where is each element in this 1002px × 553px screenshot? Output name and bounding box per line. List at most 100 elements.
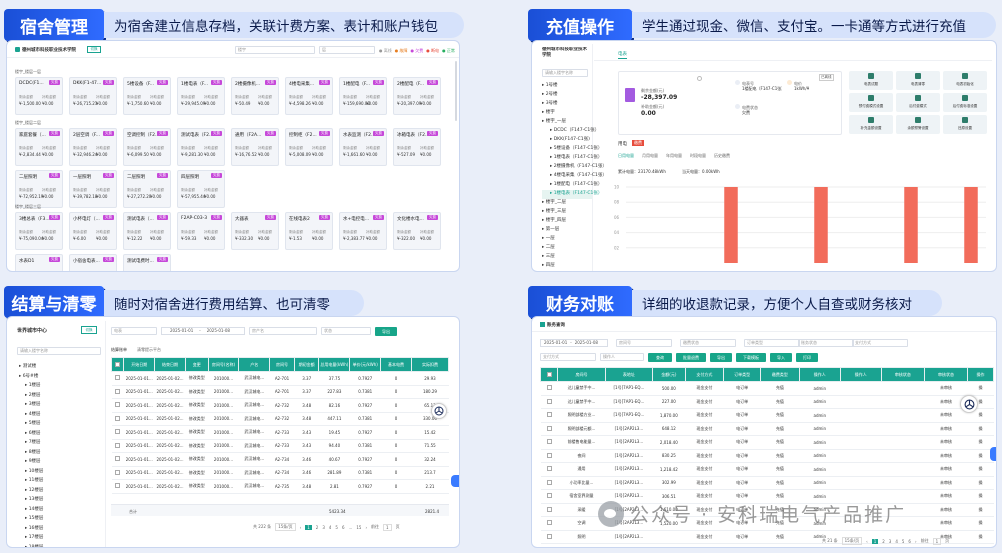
page-number[interactable]: 1 [305,524,312,530]
column-header[interactable]: 开始日期 [123,357,156,372]
page-number[interactable]: 2 [882,539,885,544]
subtab-history[interactable]: 历史缴费 [714,153,730,159]
page-number[interactable]: 1 [871,538,879,544]
tab-meter[interactable]: 电表 [618,51,627,59]
room-card[interactable]: 四层照明 欠费 剩余金额 ¥-57,955.44 补助金额 ¥0.00 [177,170,225,208]
operation-button[interactable]: 补充金额设置 [849,115,893,134]
row-checkbox[interactable] [111,398,124,413]
room-card[interactable]: 家庭套餐（... 欠费 剩余金额 ¥-2,834.44 补助金额 ¥0.00 [15,128,63,166]
finance-date-range[interactable]: 2025-01-01- 2025-01-08 [540,339,608,347]
floor-select[interactable]: 层 [319,46,375,54]
row-checkbox[interactable] [540,503,558,517]
room-card[interactable]: 在线电表2 欠费 剩余金额 ¥-1.53 补助金额 ¥0.00 [285,212,333,250]
row-checkbox[interactable] [540,476,558,490]
room-card[interactable]: 二层照明 欠费 剩余金额 ¥-72,952.19 补助金额 ¥0.00 [15,170,63,208]
room-card[interactable]: 控制柜（F2... 欠费 剩余金额 ¥-5,008.09 补助金额 ¥0.00 [285,128,333,166]
batch-refund-button[interactable]: 批量退费 [676,353,706,362]
operation-button[interactable]: 余额预警设置 [896,115,940,134]
download-template-button[interactable]: 下载模板 [736,353,766,362]
tree-item[interactable]: ▸ 14楼层 [19,506,99,516]
table-row[interactable]: 通用 [1号]2AP2L3... 1,218.42 现金支付 电订单 充值 admin 未审核… [540,462,994,477]
column-header[interactable]: 房间号 [557,367,606,382]
tree-item[interactable]: ▸ 5楼设备（F147-C1张） [542,145,602,154]
assistant-float-icon[interactable] [431,403,447,419]
tree-item[interactable]: ▸ 5楼层 [19,420,99,430]
page-number[interactable]: ... [349,525,353,530]
room-card[interactable]: DKK(F1-47... 欠费 剩余金额 ¥-26,715.21 补助金额 ¥0.00 [69,77,117,115]
tree-item[interactable]: ▸ 2号楼 [542,91,592,100]
room-card[interactable]: F2AP-C03-3 欠费 剩余金额 ¥-59.33 补助金额 ¥0.00 [177,212,225,250]
tree-item[interactable]: ▸ 9楼层 [19,458,99,468]
tree-item[interactable]: ▸ 楼宇_四层 [542,217,592,226]
tree-item[interactable]: ▸ 1楼电表（F147-C1张） [542,190,602,199]
column-header[interactable]: 房间号 [269,357,295,372]
room-card[interactable]: 冰箱电表（F2... 欠费 剩余金额 ¥-527.09 补助金额 ¥0.00 [393,128,441,166]
tree-item[interactable]: ▸ 3号楼 [542,100,592,109]
table-row[interactable]: 2025-01-01... 2025-01-02... 修改类型 201000... 武… [111,412,449,426]
tree-item[interactable]: ▸ 三层 [542,253,592,262]
tree-item[interactable]: ▸ 楼宇 [542,109,592,118]
column-header[interactable]: 单价(元/kWh) [349,357,382,372]
tree-item[interactable]: ▸ 2楼层 [19,392,99,402]
table-row[interactable]: 2025-01-01... 2025-01-02... 修改类型 201000... 武… [111,371,449,386]
tree-item[interactable]: ▸ 测试楼 [19,363,99,373]
tree-item[interactable]: ▸ 3楼层 [19,401,99,411]
column-header[interactable]: 审核状态 [880,367,925,382]
page-number[interactable]: 5 [902,539,905,544]
room-card[interactable]: 5楼设备（F... 欠费 剩余金额 ¥-1,750.60 补助金额 ¥0.00 [123,77,171,115]
select-all-checkbox[interactable] [110,357,125,372]
tab-usage[interactable]: 用电 [618,141,627,147]
room-card[interactable]: 空调控制（F2... 欠费 剩余金额 ¥-6,099.50 补助金额 ¥0.00 [123,128,171,166]
fin-pay-method-select-2[interactable]: 支付方式 [540,353,596,361]
row-checkbox[interactable] [111,452,124,467]
room-card[interactable]: 水表监测（F2... 欠费 剩余金额 ¥-1,661.60 补助金额 ¥0.00 [339,128,387,166]
page-number[interactable]: 3 [889,539,892,544]
fin-pager-next-icon[interactable]: › [915,539,917,544]
tree-item[interactable]: ▸ 二层 [542,244,592,253]
chart-bar[interactable] [814,187,828,263]
row-checkbox[interactable] [540,422,558,436]
tree-item[interactable]: ▸ 四层 [542,262,592,271]
chart-bar[interactable] [904,187,918,263]
page-number[interactable]: 5 [335,525,338,530]
room-card[interactable]: 一层照明 欠费 剩余金额 ¥-39,782.18 补助金额 ¥0.00 [69,170,117,208]
tree-item[interactable]: ▸ 楼宇_二层 [542,199,592,208]
tree-item[interactable]: ▸ 13楼层 [19,496,99,506]
subtab-period[interactable]: 时段电量 [690,153,706,159]
select-all-checkbox[interactable] [539,367,559,382]
subtab-monthly[interactable]: 月用电量 [642,153,658,159]
room-name-input[interactable]: 房产名 [249,327,317,335]
row-checkbox[interactable] [111,371,124,386]
tab-bill[interactable]: 结算账单 [111,347,127,353]
tree-item[interactable]: ▸ 10楼层 [19,468,99,478]
column-header[interactable]: 缴费类型 [759,367,800,382]
table-row[interactable]: 2025-01-01... 2025-01-02... 修改类型 201000... 武… [111,385,449,399]
goto-input[interactable]: 1 [383,523,392,531]
building-select[interactable]: 楼宇 [235,46,315,54]
column-header[interactable]: 操作人 [798,367,841,382]
row-checkbox[interactable] [111,385,124,399]
row-checkbox[interactable] [111,412,124,426]
tree-item[interactable]: ▸ 1楼电表（F147-C1张） [542,154,602,163]
table-row[interactable]: 2025-01-01... 2025-01-02... 修改类型 201000... 武… [111,452,449,467]
table-row[interactable]: 照明部楼元额... [1号]2AP2L3... 648.12 现金支付 电订单 充值 adm… [540,422,994,436]
column-header[interactable]: 审核状态 [923,367,969,382]
room-card[interactable]: 水+电控电... 欠费 剩余金额 ¥-2,383.77 补助金额 ¥0.00 [339,212,387,250]
subtab-yearly[interactable]: 年用电量 [666,153,682,159]
tree-item[interactable]: ▸ 4楼电采集（F147-C1张） [542,172,607,181]
column-header[interactable]: 户名 [238,357,271,372]
column-header[interactable]: 订单类型 [723,367,761,382]
room-card[interactable]: 2楼配电（F... 欠费 剩余金额 ¥-20,397.09 补助金额 ¥0.00 [393,77,441,115]
room-card[interactable]: 通用（F2A... 欠费 剩余金额 ¥-16,76.52 补助金额 ¥0.00 [231,128,279,166]
fin-operator-input[interactable]: 操作人 [600,353,644,361]
chart-bar[interactable] [964,187,978,263]
column-header[interactable]: 操作人 [839,367,882,382]
fin-room-input[interactable]: 房间号 [616,339,672,347]
operation-button[interactable]: 电表初始化 [943,71,987,90]
column-header[interactable]: 实际扣费 [410,357,450,372]
tree-item[interactable]: ▸ DCDC（F147-C1张） [542,127,599,136]
column-header[interactable]: 操作 [967,367,994,382]
table-row[interactable]: 夜间 [1号]2AP2L3... 830.25 现金支付 电订单 充值 admin 未审核操 [540,449,994,463]
room-card[interactable]: 测试电表（F2... 欠费 剩余金额 ¥-9,281.30 补助金额 ¥0.00 [177,128,225,166]
pager-size[interactable]: 15条/页 [275,523,296,531]
